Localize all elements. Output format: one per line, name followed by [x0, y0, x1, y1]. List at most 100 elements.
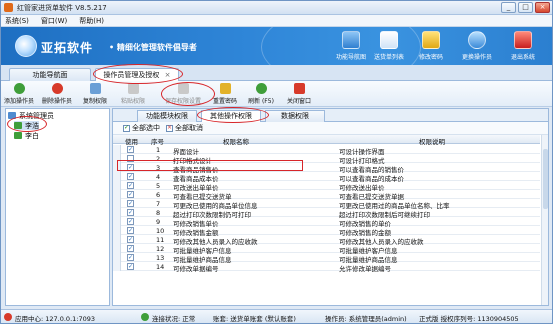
toolbar: 添加操作员 删除操作员 复制权限 粘贴权限 保存权限设置 重置密码 刷新 (F5… — [1, 81, 552, 107]
group-icon — [8, 112, 16, 119]
check-icon: ✓ — [123, 124, 130, 132]
menu-bar: 系统(S) 窗口(W) 帮助(H) — [1, 15, 552, 27]
permission-checkbox[interactable] — [127, 155, 134, 162]
copy-icon — [89, 83, 101, 94]
scrollbar-thumb[interactable] — [543, 149, 548, 209]
table-row[interactable]: ✓ 10 可修改销售金额 可修改销售的金额 — [113, 226, 540, 237]
table-row[interactable]: ✓ 13 可批量维护商品信息 可批量维护商品信息 — [113, 253, 540, 264]
table-row[interactable]: ✓ 4 查看商品成本价 可以查看商品的成本价 — [113, 172, 540, 183]
permission-checkbox[interactable]: ✓ — [127, 200, 134, 207]
brand-name: 亚拓软件 — [41, 41, 94, 55]
operator-tree: 系统管理员 李浩 李白 — [5, 108, 110, 306]
permission-checkbox[interactable]: ✓ — [127, 182, 134, 189]
permission-checkbox[interactable]: ✓ — [127, 146, 134, 153]
maximize-button[interactable]: □ — [518, 2, 533, 13]
paste-icon — [127, 83, 139, 94]
status-account: 账套: 送货单账套 (默认账套) — [213, 315, 296, 323]
nav-map-button[interactable]: 功能导航图 — [333, 29, 369, 63]
cell-no: 14 — [156, 263, 165, 271]
row-indicator — [113, 181, 121, 190]
save-permission-button[interactable]: 保存权限设置 — [161, 82, 205, 105]
connection-icon — [141, 313, 149, 321]
change-password-button[interactable]: 修改密码 — [413, 29, 449, 63]
copy-permission-button[interactable]: 复制权限 — [77, 82, 113, 105]
select-all-button[interactable]: ✓ 全部选中 — [123, 123, 160, 133]
tree-item-operator-1[interactable]: 李浩 — [14, 121, 39, 130]
tab-nav-panel[interactable]: 功能导航面 — [9, 68, 91, 81]
logo-icon — [15, 35, 37, 57]
table-row[interactable]: ✓ 3 查看商品销售价 可以查看商品的销售价 — [113, 163, 540, 174]
tab-operator-management[interactable]: 操作员管理及授权 × — [95, 68, 179, 82]
status-connection: 连接状况: 正常 — [152, 315, 196, 323]
permission-checkbox[interactable]: ✓ — [127, 263, 134, 270]
list-icon — [380, 31, 398, 49]
switch-operator-button[interactable]: 更换操作员 — [459, 29, 495, 63]
row-indicator — [113, 253, 121, 262]
paste-permission-button[interactable]: 粘贴权限 — [115, 82, 151, 105]
tab-module-permission[interactable]: 功能模块权限 — [137, 110, 197, 122]
exit-system-button[interactable]: 退出系统 — [505, 29, 541, 63]
table-row[interactable]: 2 打印格式设计 可设计打印格式 — [113, 154, 540, 165]
select-bar: ✓ 全部选中 × 全部取消 — [113, 122, 548, 135]
tree-item-operator-2[interactable]: 李白 — [14, 131, 39, 140]
permission-checkbox[interactable]: ✓ — [127, 254, 134, 261]
row-indicator — [113, 199, 121, 208]
tab-other-permission[interactable]: 其他操作权限 — [201, 110, 261, 122]
menu-help[interactable]: 帮助(H) — [79, 16, 104, 26]
cell-no: 5 — [156, 182, 161, 190]
delivery-list-button[interactable]: 送货单列表 — [371, 29, 407, 63]
key-icon — [219, 83, 231, 94]
permission-checkbox[interactable]: ✓ — [127, 209, 134, 216]
tab-data-permission[interactable]: 数据权限 — [265, 110, 325, 122]
table-row[interactable]: ✓ 9 可修改销售单价 可修改销售的单价 — [113, 217, 540, 228]
row-indicator — [113, 154, 121, 163]
table-row[interactable]: ✓ 11 可修改其他人员录入的应收款 可修改其他人员录入的应收款 — [113, 235, 540, 246]
table-row[interactable]: ✓ 14 可修改单据编号 允许修改单据编号 — [113, 262, 540, 273]
status-version: 正式版 授权序列号: 1130904505 — [419, 315, 519, 323]
app-window: 红管家进货单软件 V8.5.217 _ □ × 系统(S) 窗口(W) 帮助(H… — [0, 0, 553, 324]
close-page-button[interactable]: 关闭窗口 — [281, 82, 317, 105]
row-indicator — [113, 226, 121, 235]
reset-password-button[interactable]: 重置密码 — [207, 82, 243, 105]
cell-no: 1 — [156, 146, 161, 154]
table-row[interactable]: ✓ 7 可更改已使用的商品单位信息 可更改已使用过的商品单位名称、比率 — [113, 199, 540, 210]
permission-panel: 功能模块权限 其他操作权限 数据权限 ✓ 全部选中 × 全部取消 使用 序号 权… — [112, 108, 549, 306]
permission-checkbox[interactable]: ✓ — [127, 227, 134, 234]
tree-item-admin[interactable]: 系统管理员 — [8, 111, 54, 120]
permission-grid: 使用 序号 权限名称 权限说明 ✓ 1 界面设计 可设计操作界面 2 打印格式设计 可设计打… — [113, 135, 540, 305]
table-row[interactable]: ✓ 6 可查看已提交送货单 可查看已提交送货单据 — [113, 190, 540, 201]
map-icon — [342, 31, 360, 49]
cancel-all-button[interactable]: × 全部取消 — [166, 123, 203, 133]
cell-name: 可修改单据编号 — [173, 265, 219, 273]
cell-no: 8 — [156, 209, 161, 217]
title-bar: 红管家进货单软件 V8.5.217 _ □ × — [1, 1, 552, 15]
close-window-button[interactable]: × — [535, 2, 550, 13]
tab-close-icon[interactable]: × — [165, 71, 171, 79]
permission-checkbox[interactable]: ✓ — [127, 236, 134, 243]
document-tabs: 功能导航面 操作员管理及授权 × — [1, 65, 552, 82]
user-icon — [14, 132, 22, 139]
table-row[interactable]: ✓ 8 超过打印次数限制仍可打印 超过打印次数限制后可继续打印 — [113, 208, 540, 219]
minimize-button[interactable]: _ — [501, 2, 516, 13]
row-indicator — [113, 163, 121, 172]
user-icon — [468, 31, 486, 49]
banner: 亚拓软件 • 精细化管理软件倡导者 功能导航图 送货单列表 修改密码 更换操作员… — [1, 27, 552, 65]
permission-checkbox[interactable]: ✓ — [127, 218, 134, 225]
table-row[interactable]: ✓ 1 界面设计 可设计操作界面 — [113, 145, 540, 156]
permission-checkbox[interactable]: ✓ — [127, 245, 134, 252]
table-row[interactable]: ✓ 12 可批量维护客户信息 可批量维护客户信息 — [113, 244, 540, 255]
table-row[interactable]: ✓ 5 可改送出单单价 可修改送出单价 — [113, 181, 540, 192]
permission-checkbox[interactable]: ✓ — [127, 173, 134, 180]
cell-no: 13 — [156, 254, 165, 262]
grid-scrollbar[interactable] — [541, 135, 548, 305]
menu-system[interactable]: 系统(S) — [5, 16, 29, 26]
add-operator-button[interactable]: 添加操作员 — [1, 82, 37, 105]
menu-window[interactable]: 窗口(W) — [41, 16, 67, 26]
refresh-button[interactable]: 刷新 (F5) — [243, 82, 279, 105]
row-indicator — [113, 217, 121, 226]
status-operator: 操作员: 系统管理员(admin) — [325, 315, 407, 323]
permission-checkbox[interactable]: ✓ — [127, 191, 134, 198]
delete-operator-button[interactable]: 删除操作员 — [39, 82, 75, 105]
permission-checkbox[interactable]: ✓ — [127, 164, 134, 171]
cell-no: 10 — [156, 227, 165, 235]
